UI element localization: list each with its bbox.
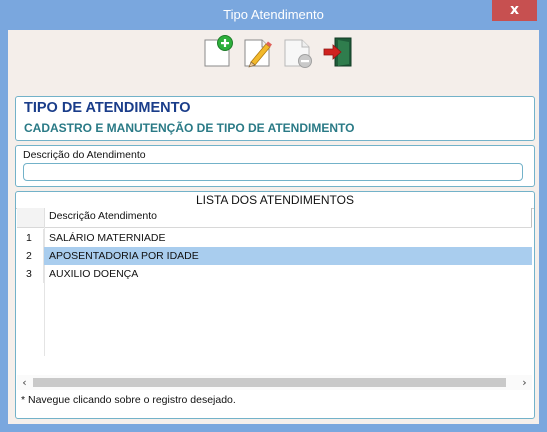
delete-record-icon (284, 39, 312, 68)
description-input[interactable] (23, 163, 523, 181)
navigation-hint: * Navegue clicando sobre o registro dese… (21, 394, 236, 406)
exit-icon (323, 37, 352, 67)
scrollbar-thumb[interactable] (33, 378, 506, 387)
scroll-right-icon[interactable]: › (517, 375, 532, 390)
exit-button[interactable] (322, 34, 354, 68)
description-label: Descrição do Atendimento (23, 149, 146, 161)
records-grid[interactable]: Descrição Atendimento 1 SALÁRIO MATERNIA… (17, 208, 532, 390)
column-header-descricao[interactable]: Descrição Atendimento (49, 210, 157, 222)
window-title: Tipo Atendimento (223, 7, 324, 22)
edit-record-icon (244, 39, 272, 68)
grid-corner (17, 208, 45, 227)
delete-record-button[interactable] (282, 34, 314, 68)
edit-record-button[interactable] (242, 34, 274, 68)
row-number: 3 (17, 265, 44, 283)
list-title: LISTA DOS ATENDIMENTOS (16, 192, 534, 209)
row-number: 2 (17, 247, 44, 265)
row-description: SALÁRIO MATERNIADE (49, 232, 166, 244)
table-row[interactable]: 3 AUXILIO DOENÇA (17, 265, 532, 283)
toolbar (8, 30, 539, 90)
list-panel: LISTA DOS ATENDIMENTOS Descrição Atendim… (15, 191, 535, 419)
column-divider (531, 208, 532, 227)
new-record-icon (204, 35, 233, 67)
title-bar[interactable]: Tipo Atendimento x (0, 0, 547, 30)
row-number: 1 (17, 229, 44, 247)
row-description: AUXILIO DOENÇA (49, 268, 139, 280)
table-row[interactable]: 1 SALÁRIO MATERNIADE (17, 229, 532, 247)
row-description: APOSENTADORIA POR IDADE (49, 250, 199, 262)
horizontal-scrollbar[interactable]: ‹ › (17, 375, 532, 390)
description-panel: Descrição do Atendimento (15, 145, 535, 187)
close-button[interactable]: x (492, 0, 537, 21)
page-title: TIPO DE ATENDIMENTO (24, 100, 191, 116)
new-record-button[interactable] (202, 34, 234, 68)
table-row[interactable]: 2 APOSENTADORIA POR IDADE (17, 247, 532, 265)
header-panel: TIPO DE ATENDIMENTO CADASTRO E MANUTENÇÃ… (15, 96, 535, 141)
grid-header: Descrição Atendimento (17, 208, 532, 228)
scroll-left-icon[interactable]: ‹ (17, 375, 32, 390)
page-subtitle: CADASTRO E MANUTENÇÃO DE TIPO DE ATENDIM… (24, 121, 355, 135)
client-area: TIPO DE ATENDIMENTO CADASTRO E MANUTENÇÃ… (8, 30, 539, 424)
app-window: Tipo Atendimento x TIPO DE ATENDIMENTO C… (0, 0, 547, 432)
